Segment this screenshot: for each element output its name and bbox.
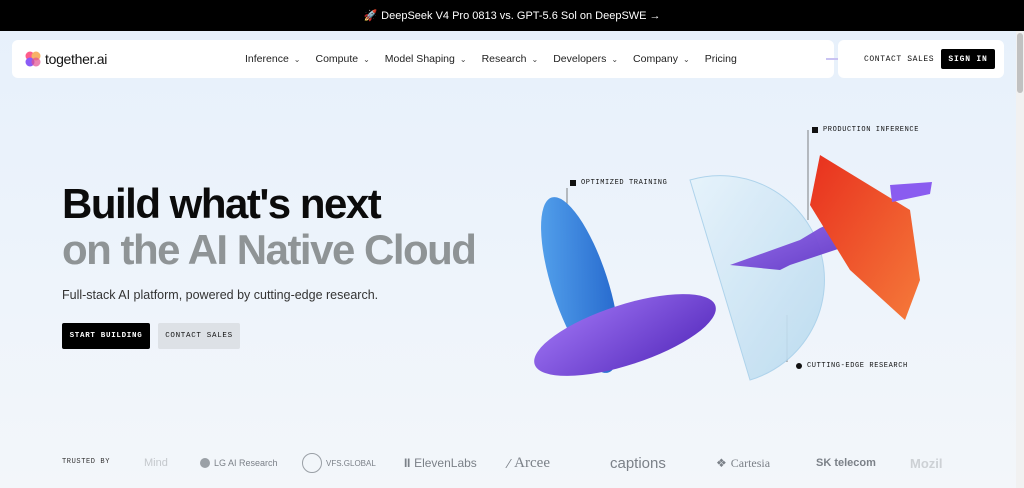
production-inference-label: PRODUCTION INFERENCE [812, 126, 919, 134]
announcement-bar[interactable]: 🚀 DeepSeek V4 Pro 0813 vs. GPT-5.6 Sol o… [0, 0, 1024, 31]
hero-title-line2: on the AI Native Cloud [62, 226, 477, 273]
nav-item-model-shaping[interactable]: Model Shaping ⌄ [385, 53, 467, 65]
page-scrollbar[interactable] [1016, 31, 1024, 488]
cutting-edge-research-label: CUTTING-EDGE RESEARCH [796, 362, 908, 370]
contact-sales-nav-button[interactable]: CONTACT SALES [864, 55, 934, 64]
nav-item-research[interactable]: Research ⌄ [482, 53, 539, 65]
nav-item-compute[interactable]: Compute ⌄ [315, 53, 369, 65]
nav-menu: Inference ⌄ Compute ⌄ Model Shaping ⌄ Re… [245, 40, 752, 78]
contact-sales-button[interactable]: CONTACT SALES [158, 323, 240, 349]
cartesia-icon: ❖ [716, 456, 727, 470]
nav-item-label: Inference [245, 53, 289, 65]
logo-sk-telecom: SK telecom [816, 457, 876, 469]
logo-vfs-global: VFS.GLOBAL [302, 450, 376, 476]
nav-item-inference[interactable]: Inference ⌄ [245, 53, 300, 65]
purple-tab [890, 182, 932, 202]
chevron-down-icon: ⌄ [459, 54, 467, 64]
chevron-down-icon: ⌄ [363, 54, 370, 64]
logo-lg-ai-research: LG AI Research [200, 450, 278, 476]
chevron-down-icon: ⌄ [293, 54, 301, 64]
hero-subtitle: Full-stack AI platform, powered by cutti… [62, 288, 379, 302]
logo-elevenlabs: II ElevenLabs [404, 456, 477, 470]
together-logo[interactable]: together.ai [24, 50, 107, 68]
production-inference-text: PRODUCTION INFERENCE [823, 126, 920, 134]
nav-item-pricing[interactable]: Pricing [705, 53, 737, 65]
cutting-edge-research-text: CUTTING-EDGE RESEARCH [807, 362, 908, 370]
hero-title-line1: Build what's next [62, 180, 382, 227]
glass-disc [689, 175, 825, 381]
nav-item-developers[interactable]: Developers ⌄ [553, 53, 618, 65]
chevron-down-icon: ⌄ [683, 54, 690, 64]
logo-arcee: ⁄ Arcee [508, 454, 550, 471]
sign-in-button[interactable]: SIGN IN [941, 49, 995, 69]
nav-actions: CONTACT SALES SIGN IN [838, 40, 1004, 78]
nav-item-label: Compute [315, 53, 359, 65]
nav-item-label: Model Shaping [384, 53, 455, 65]
circle-marker-icon [796, 363, 802, 369]
square-marker-icon [812, 127, 818, 133]
announcement-text: DeepSeek V4 Pro 0813 vs. GPT-5.6 Sol on … [381, 9, 661, 22]
logo-cartesia: ❖ Cartesia [716, 455, 771, 471]
rocket-icon: 🚀 [363, 10, 378, 22]
nav-item-label: Developers [553, 53, 607, 65]
optimized-training-text: OPTIMIZED TRAINING [581, 179, 668, 187]
main-nav: together.ai Inference ⌄ Compute ⌄ Model … [12, 40, 834, 78]
logo-mozilla: Mozil [910, 455, 943, 471]
nav-item-label: Pricing [704, 53, 737, 65]
optimized-training-label: OPTIMIZED TRAINING [570, 179, 667, 187]
chevron-down-icon: ⌄ [531, 54, 539, 64]
scrollbar-thumb[interactable] [1017, 33, 1023, 93]
nav-item-label: Company [633, 53, 678, 65]
vfs-emblem-icon [302, 453, 322, 473]
together-logo-icon [25, 51, 41, 67]
nav-item-label: Research [481, 53, 527, 65]
logo-text: together.ai [45, 51, 108, 67]
square-marker-icon [570, 180, 576, 186]
nav-item-company[interactable]: Company ⌄ [633, 53, 690, 65]
customer-logos: Mind LG AI Research VFS.GLOBAL II Eleven… [0, 450, 1024, 476]
start-building-button[interactable]: START BUILDING [62, 323, 150, 349]
chevron-down-icon: ⌄ [611, 54, 619, 64]
logo-captions: captions [610, 454, 666, 472]
lg-icon [200, 458, 210, 468]
logo-mind: Mind [144, 457, 168, 469]
